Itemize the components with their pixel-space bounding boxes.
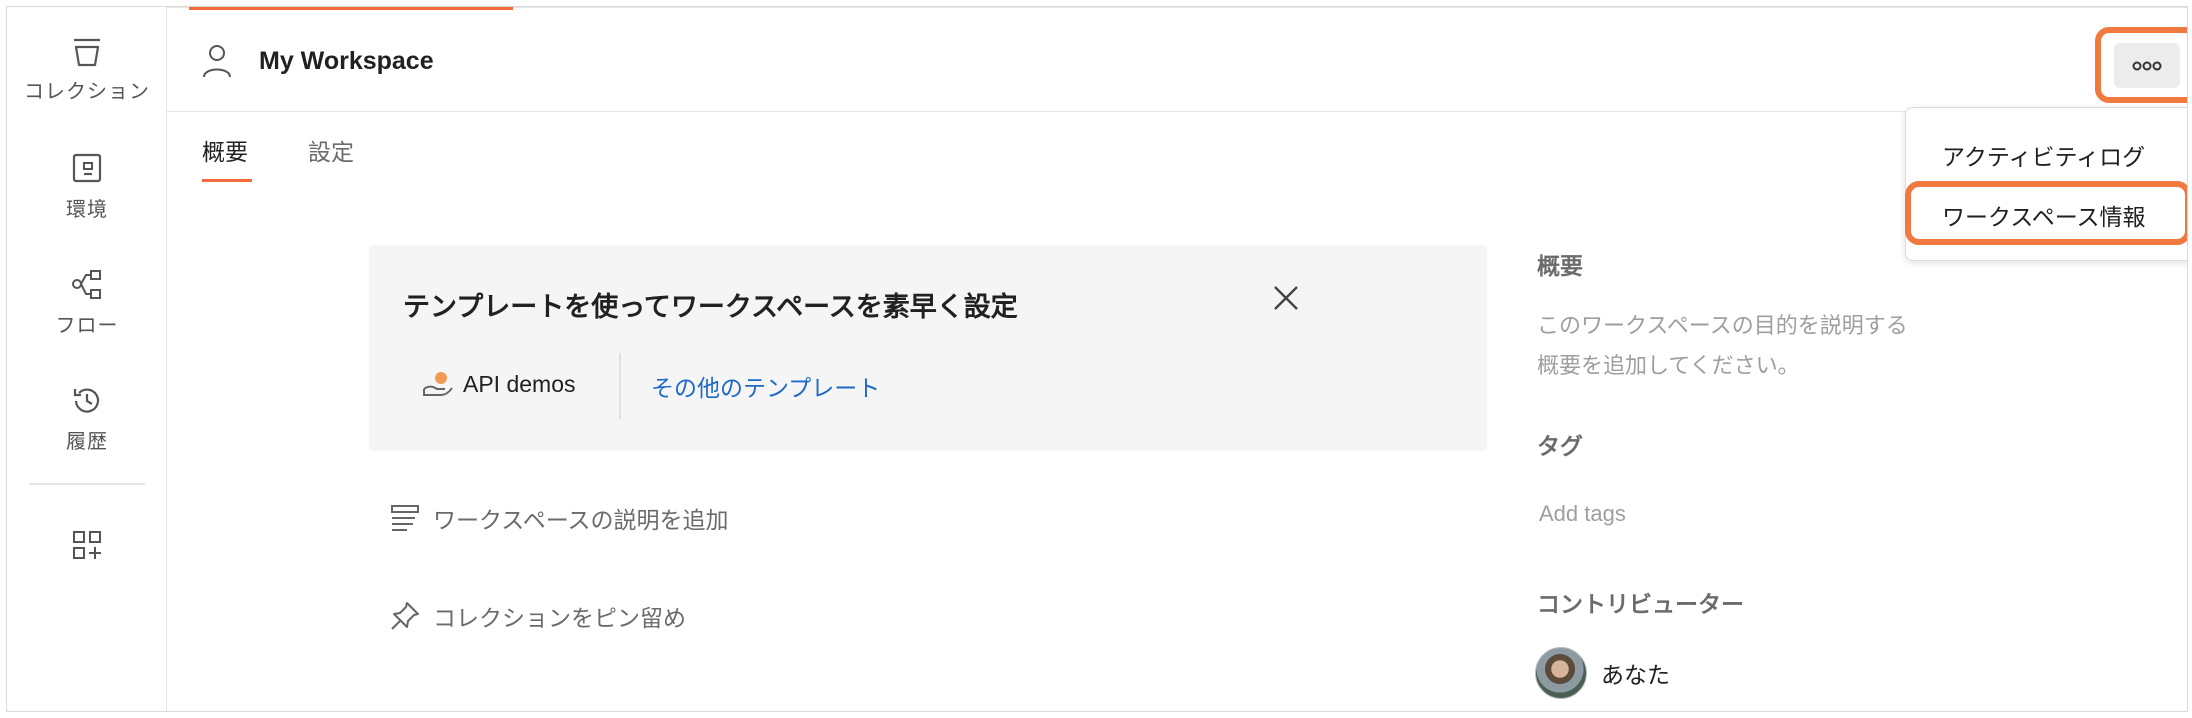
more-options-button[interactable]	[2095, 27, 2187, 103]
overview-placeholder-line: 概要を追加してください。	[1537, 354, 1800, 379]
tags-heading: タグ	[1537, 434, 1583, 460]
sidebar-divider	[29, 483, 145, 485]
sidebar-item-history[interactable]: 履歴	[7, 383, 167, 454]
workspace-title: My Workspace	[259, 47, 434, 75]
highlight-annotation	[1905, 181, 2187, 245]
flows-icon	[72, 270, 101, 299]
menu-item-activity-log[interactable]: アクティビティログ	[1942, 138, 2145, 172]
more-options-icon	[2114, 43, 2180, 88]
card-separator	[619, 353, 621, 419]
sidebar-item-flows[interactable]: フロー	[7, 267, 167, 338]
active-tab-indicator	[189, 7, 513, 10]
environment-icon	[72, 153, 102, 183]
workspace-tabs: 概要 設定	[167, 113, 2187, 187]
contributor-item[interactable]: あなた	[1535, 647, 1670, 699]
contributor-name: あなた	[1601, 663, 1670, 689]
close-icon[interactable]	[1269, 281, 1303, 315]
sidebar-item-environment[interactable]: 環境	[7, 151, 167, 222]
person-icon	[203, 45, 231, 78]
collections-icon	[74, 38, 100, 67]
pin-collections-label: コレクションをピン留め	[433, 606, 686, 632]
description-icon	[391, 505, 419, 531]
template-card-title: テンプレートを使ってワークスペースを素早く設定	[403, 292, 1018, 323]
contributors-heading: コントリビューター	[1537, 592, 1744, 618]
sidebar-item-label: フロー	[55, 313, 119, 337]
history-icon	[73, 388, 100, 413]
workspace-header: My Workspace	[167, 7, 2187, 112]
hand-holding-icon	[423, 372, 453, 396]
app-window: コレクション 環境 フロー 履歴 My Workspace 概要 設定 テンプレ…	[6, 6, 2188, 712]
more-templates-link[interactable]: その他のテンプレート	[651, 369, 880, 403]
api-demos-label: API demos	[463, 370, 576, 397]
sidebar: コレクション 環境 フロー 履歴	[7, 7, 167, 711]
add-description-label: ワークスペースの説明を追加	[433, 508, 729, 534]
sidebar-item-collections[interactable]: コレクション	[7, 35, 167, 104]
overview-description-input[interactable]: このワークスペースの目的を説明する 概要を追加してください。	[1537, 307, 1997, 387]
overview-placeholder-line: このワークスペースの目的を説明する	[1537, 314, 1908, 339]
sidebar-add-apps[interactable]	[7, 527, 167, 563]
sidebar-item-label: コレクション	[24, 79, 150, 103]
overview-heading: 概要	[1537, 254, 1583, 280]
pin-icon	[391, 602, 419, 630]
add-description-action[interactable]: ワークスペースの説明を追加	[389, 501, 729, 535]
sidebar-item-label: 環境	[66, 197, 108, 221]
api-demos-template-button[interactable]: API demos	[421, 363, 576, 405]
pin-collections-action[interactable]: コレクションをピン留め	[389, 599, 686, 633]
tags-input[interactable]: Add tags	[1539, 501, 1626, 527]
tab-underline	[202, 179, 252, 182]
avatar	[1535, 647, 1587, 699]
sidebar-item-label: 履歴	[66, 429, 108, 453]
tab-overview[interactable]: 概要	[202, 133, 248, 167]
tab-settings[interactable]: 設定	[308, 133, 354, 167]
template-card: テンプレートを使ってワークスペースを素早く設定 API demos その他のテン…	[369, 245, 1487, 451]
add-apps-icon	[73, 531, 101, 559]
